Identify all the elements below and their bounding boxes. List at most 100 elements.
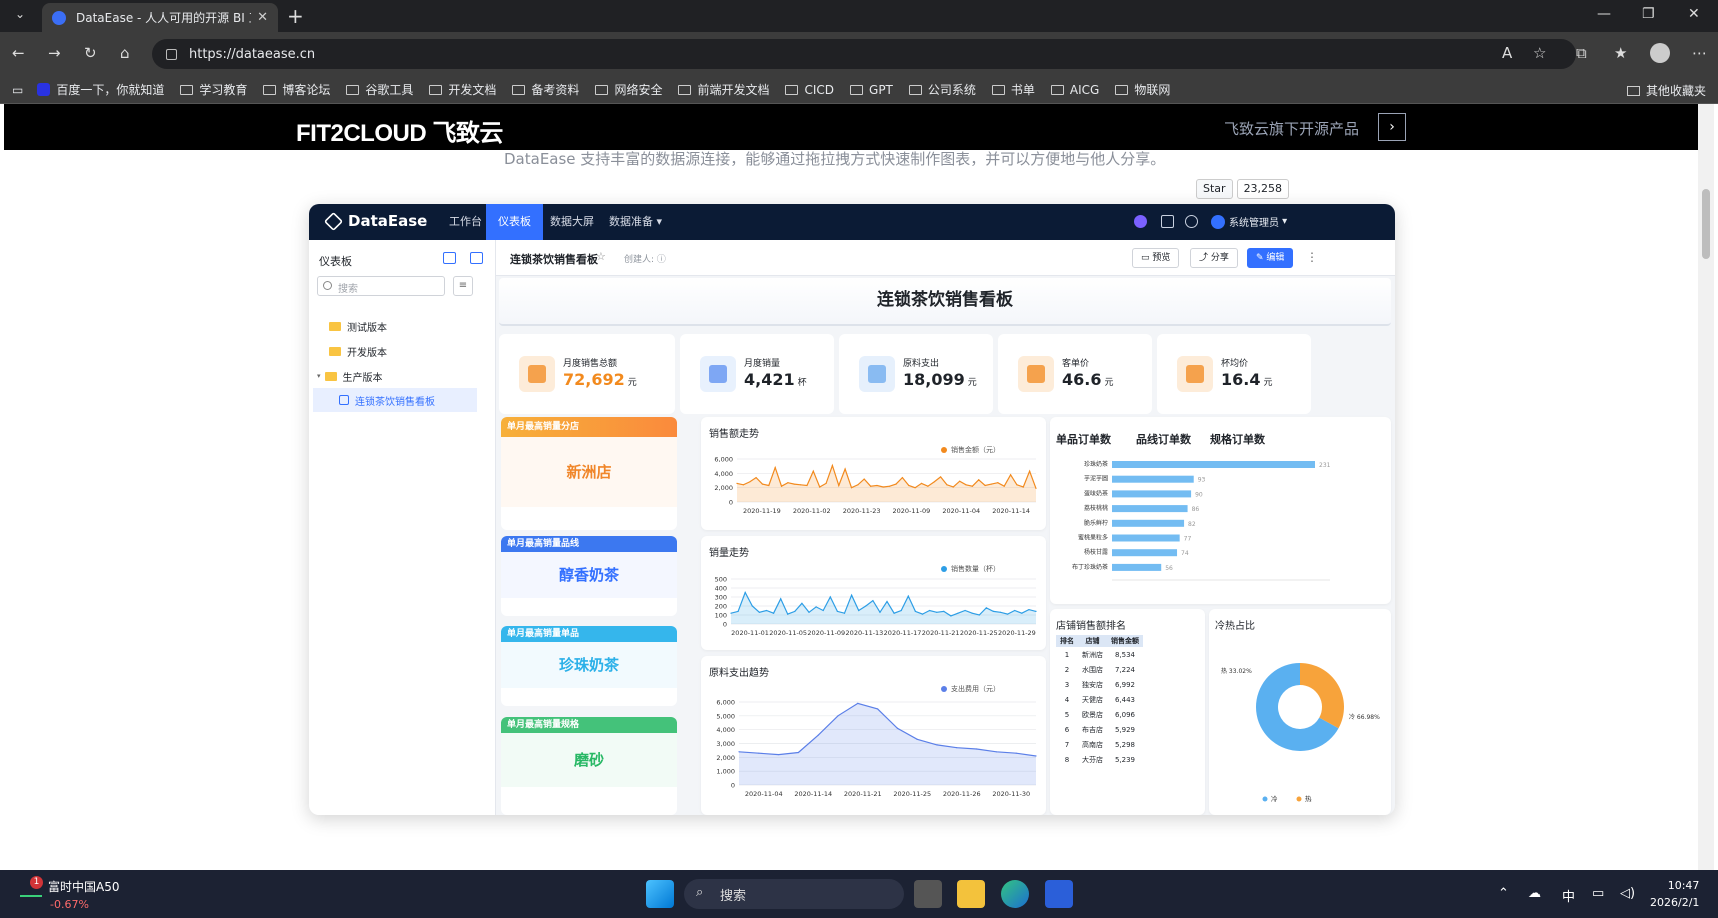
data-point [800, 484, 802, 486]
home-icon[interactable]: ⌂ [120, 44, 130, 62]
ime-indicator[interactable]: 中 [1562, 886, 1575, 905]
search-icon [323, 281, 332, 290]
profile-avatar[interactable] [1650, 43, 1670, 63]
minimize-icon[interactable]: — [1597, 6, 1611, 22]
bookmark-folder[interactable]: 物联网 [1115, 81, 1170, 98]
y-tick-label: 3,000 [716, 740, 735, 748]
github-star-widget[interactable]: Star 23,258 [1196, 179, 1290, 199]
scrollbar-thumb[interactable] [1702, 189, 1710, 259]
table-cell: 6,992 [1114, 680, 1136, 689]
table-cell: 5,929 [1114, 725, 1136, 734]
menu-data-prep[interactable]: 数据准备 ▾ [597, 204, 674, 240]
read-aloud-icon[interactable]: A [1502, 44, 1512, 62]
tab-actions-menu[interactable]: ⌄ [8, 7, 32, 27]
kpi-value-row: 16.4 元 [1221, 370, 1273, 389]
chevron-right-icon[interactable]: › [1378, 113, 1406, 141]
other-bookmarks[interactable]: 其他收藏夹 [1626, 82, 1706, 99]
bookmarks-toggle-icon[interactable]: ▭ [12, 83, 23, 97]
dataease-logo[interactable]: DataEase [323, 211, 427, 231]
user-menu[interactable]: 系统管理员 ▾ [1211, 214, 1287, 229]
folder-icon [329, 346, 341, 356]
x-tick-label: 2020-11-26 [943, 790, 981, 798]
edge-browser-icon[interactable] [1001, 880, 1029, 908]
bookmark-folder[interactable]: 开发文档 [429, 81, 496, 98]
share-button[interactable]: ⤴ 分享 [1190, 248, 1238, 268]
refresh-icon[interactable]: ↻ [84, 44, 97, 62]
store-icon[interactable] [1045, 880, 1073, 908]
tree-folder-dev[interactable]: 开发版本 [309, 339, 496, 363]
data-point [956, 747, 958, 749]
sort-button[interactable]: ≡ [453, 276, 473, 296]
volume-icon[interactable]: ◁) [1620, 886, 1635, 901]
star-icon[interactable]: ☆ [596, 250, 606, 263]
favorite-star-icon[interactable]: ☆ [1533, 44, 1546, 62]
tree-label: 开发版本 [347, 347, 387, 359]
bookmark-item[interactable]: 百度一下，你就知道 [37, 81, 164, 98]
close-window-icon[interactable]: ✕ [1688, 6, 1700, 22]
bookmark-folder[interactable]: GPT [850, 83, 893, 97]
chevron-up-icon[interactable]: ⌃ [1498, 886, 1509, 901]
onedrive-icon[interactable]: ☁ [1528, 886, 1541, 901]
taskbar-search[interactable]: ⌕ 搜索 [684, 879, 904, 909]
help-icon[interactable] [1185, 215, 1198, 228]
y-tick-label: 200 [715, 603, 727, 611]
windows-start-icon[interactable] [646, 880, 674, 908]
more-menu-icon[interactable]: ⋯ [1692, 44, 1707, 62]
sidebar-search-input[interactable]: 搜索 [317, 276, 445, 296]
forward-icon[interactable]: → [48, 44, 61, 62]
best-card-header: 单月最高销量规格 [501, 717, 677, 733]
page-scrollbar[interactable] [1698, 104, 1714, 870]
kpi-label: 客单价 [1062, 359, 1090, 369]
fit2cloud-logo[interactable]: FIT2CLOUD 飞致云 [296, 113, 503, 148]
data-point [920, 482, 923, 484]
bookmark-folder[interactable]: 前端开发文档 [678, 81, 769, 98]
clock[interactable]: 10:47 2026/2/1 [1650, 877, 1699, 911]
preview-button[interactable]: ▭ 预览 [1132, 248, 1180, 268]
extensions-icon[interactable]: ⧉ [1576, 44, 1587, 62]
edit-button[interactable]: ✎ 编辑 [1247, 248, 1294, 268]
bookmark-folder[interactable]: AICG [1050, 83, 1099, 97]
more-icon[interactable]: ⋮ [1306, 250, 1318, 264]
chat-icon[interactable] [1134, 215, 1147, 228]
maximize-icon[interactable]: ❐ [1642, 6, 1655, 22]
bookmark-folder[interactable]: 谷歌工具 [346, 81, 413, 98]
new-dashboard-icon[interactable] [470, 252, 483, 264]
favorites-icon[interactable]: ★ [1614, 44, 1627, 62]
tree-folder-test[interactable]: 测试版本 [309, 314, 496, 338]
tree-item-selected-dashboard[interactable]: 连锁茶饮销售看板 [313, 388, 477, 412]
caret-down-icon[interactable]: ▾ [317, 372, 321, 380]
bookmark-folder[interactable]: 书单 [991, 81, 1035, 98]
new-folder-icon[interactable] [443, 252, 456, 264]
network-icon[interactable]: ▭ [1592, 886, 1604, 901]
data-point [976, 748, 978, 750]
file-explorer-icon[interactable] [957, 880, 985, 908]
dataease-app-preview: DataEase 工作台 仪表板 数据大屏 数据准备 ▾ 系统管理员 ▾ 仪表板… [309, 204, 1395, 815]
kpi-value-row: 4,421 杯 [744, 370, 807, 389]
new-tab-button[interactable]: + [287, 4, 304, 28]
table-cell: 6 [1064, 725, 1070, 734]
back-icon[interactable]: ← [12, 44, 25, 62]
folder-icon [1050, 84, 1064, 95]
bookmark-folder[interactable]: 网络安全 [595, 81, 662, 98]
menu-dashboard[interactable]: 仪表板 [486, 204, 543, 240]
browser-tab-active[interactable]: DataEase - 人人可用的开源 BI 工具 ✕ [42, 3, 278, 32]
folder-icon [850, 84, 864, 95]
menu-data-screen[interactable]: 数据大屏 [538, 204, 606, 240]
other-bookmarks-label: 其他收藏夹 [1645, 84, 1706, 98]
bookmark-folder[interactable]: CICD [785, 83, 834, 97]
bookmark-folder[interactable]: 学习教育 [180, 81, 247, 98]
github-star-button[interactable]: Star [1196, 179, 1233, 199]
y-tick-label: 300 [715, 594, 727, 602]
clock-date: 2026/2/1 [1650, 896, 1700, 909]
bookmark-folder[interactable]: 博客论坛 [263, 81, 330, 98]
bookmark-folder[interactable]: 备考资料 [512, 81, 579, 98]
bookmark-folder[interactable]: 公司系统 [908, 81, 976, 98]
task-view-icon[interactable] [914, 880, 942, 908]
download-icon[interactable] [1161, 215, 1174, 228]
tree-folder-prod[interactable]: ▾ 生产版本 [309, 364, 496, 388]
url-field[interactable]: https://dataease.cn [152, 39, 1576, 69]
close-tab-icon[interactable]: ✕ [257, 10, 268, 25]
x-tick-label: 2020-11-01 [731, 629, 769, 637]
stock-widget[interactable]: 1 富时中国A50 -0.67% [20, 876, 119, 911]
products-link[interactable]: 飞致云旗下开源产品 [1224, 118, 1359, 139]
